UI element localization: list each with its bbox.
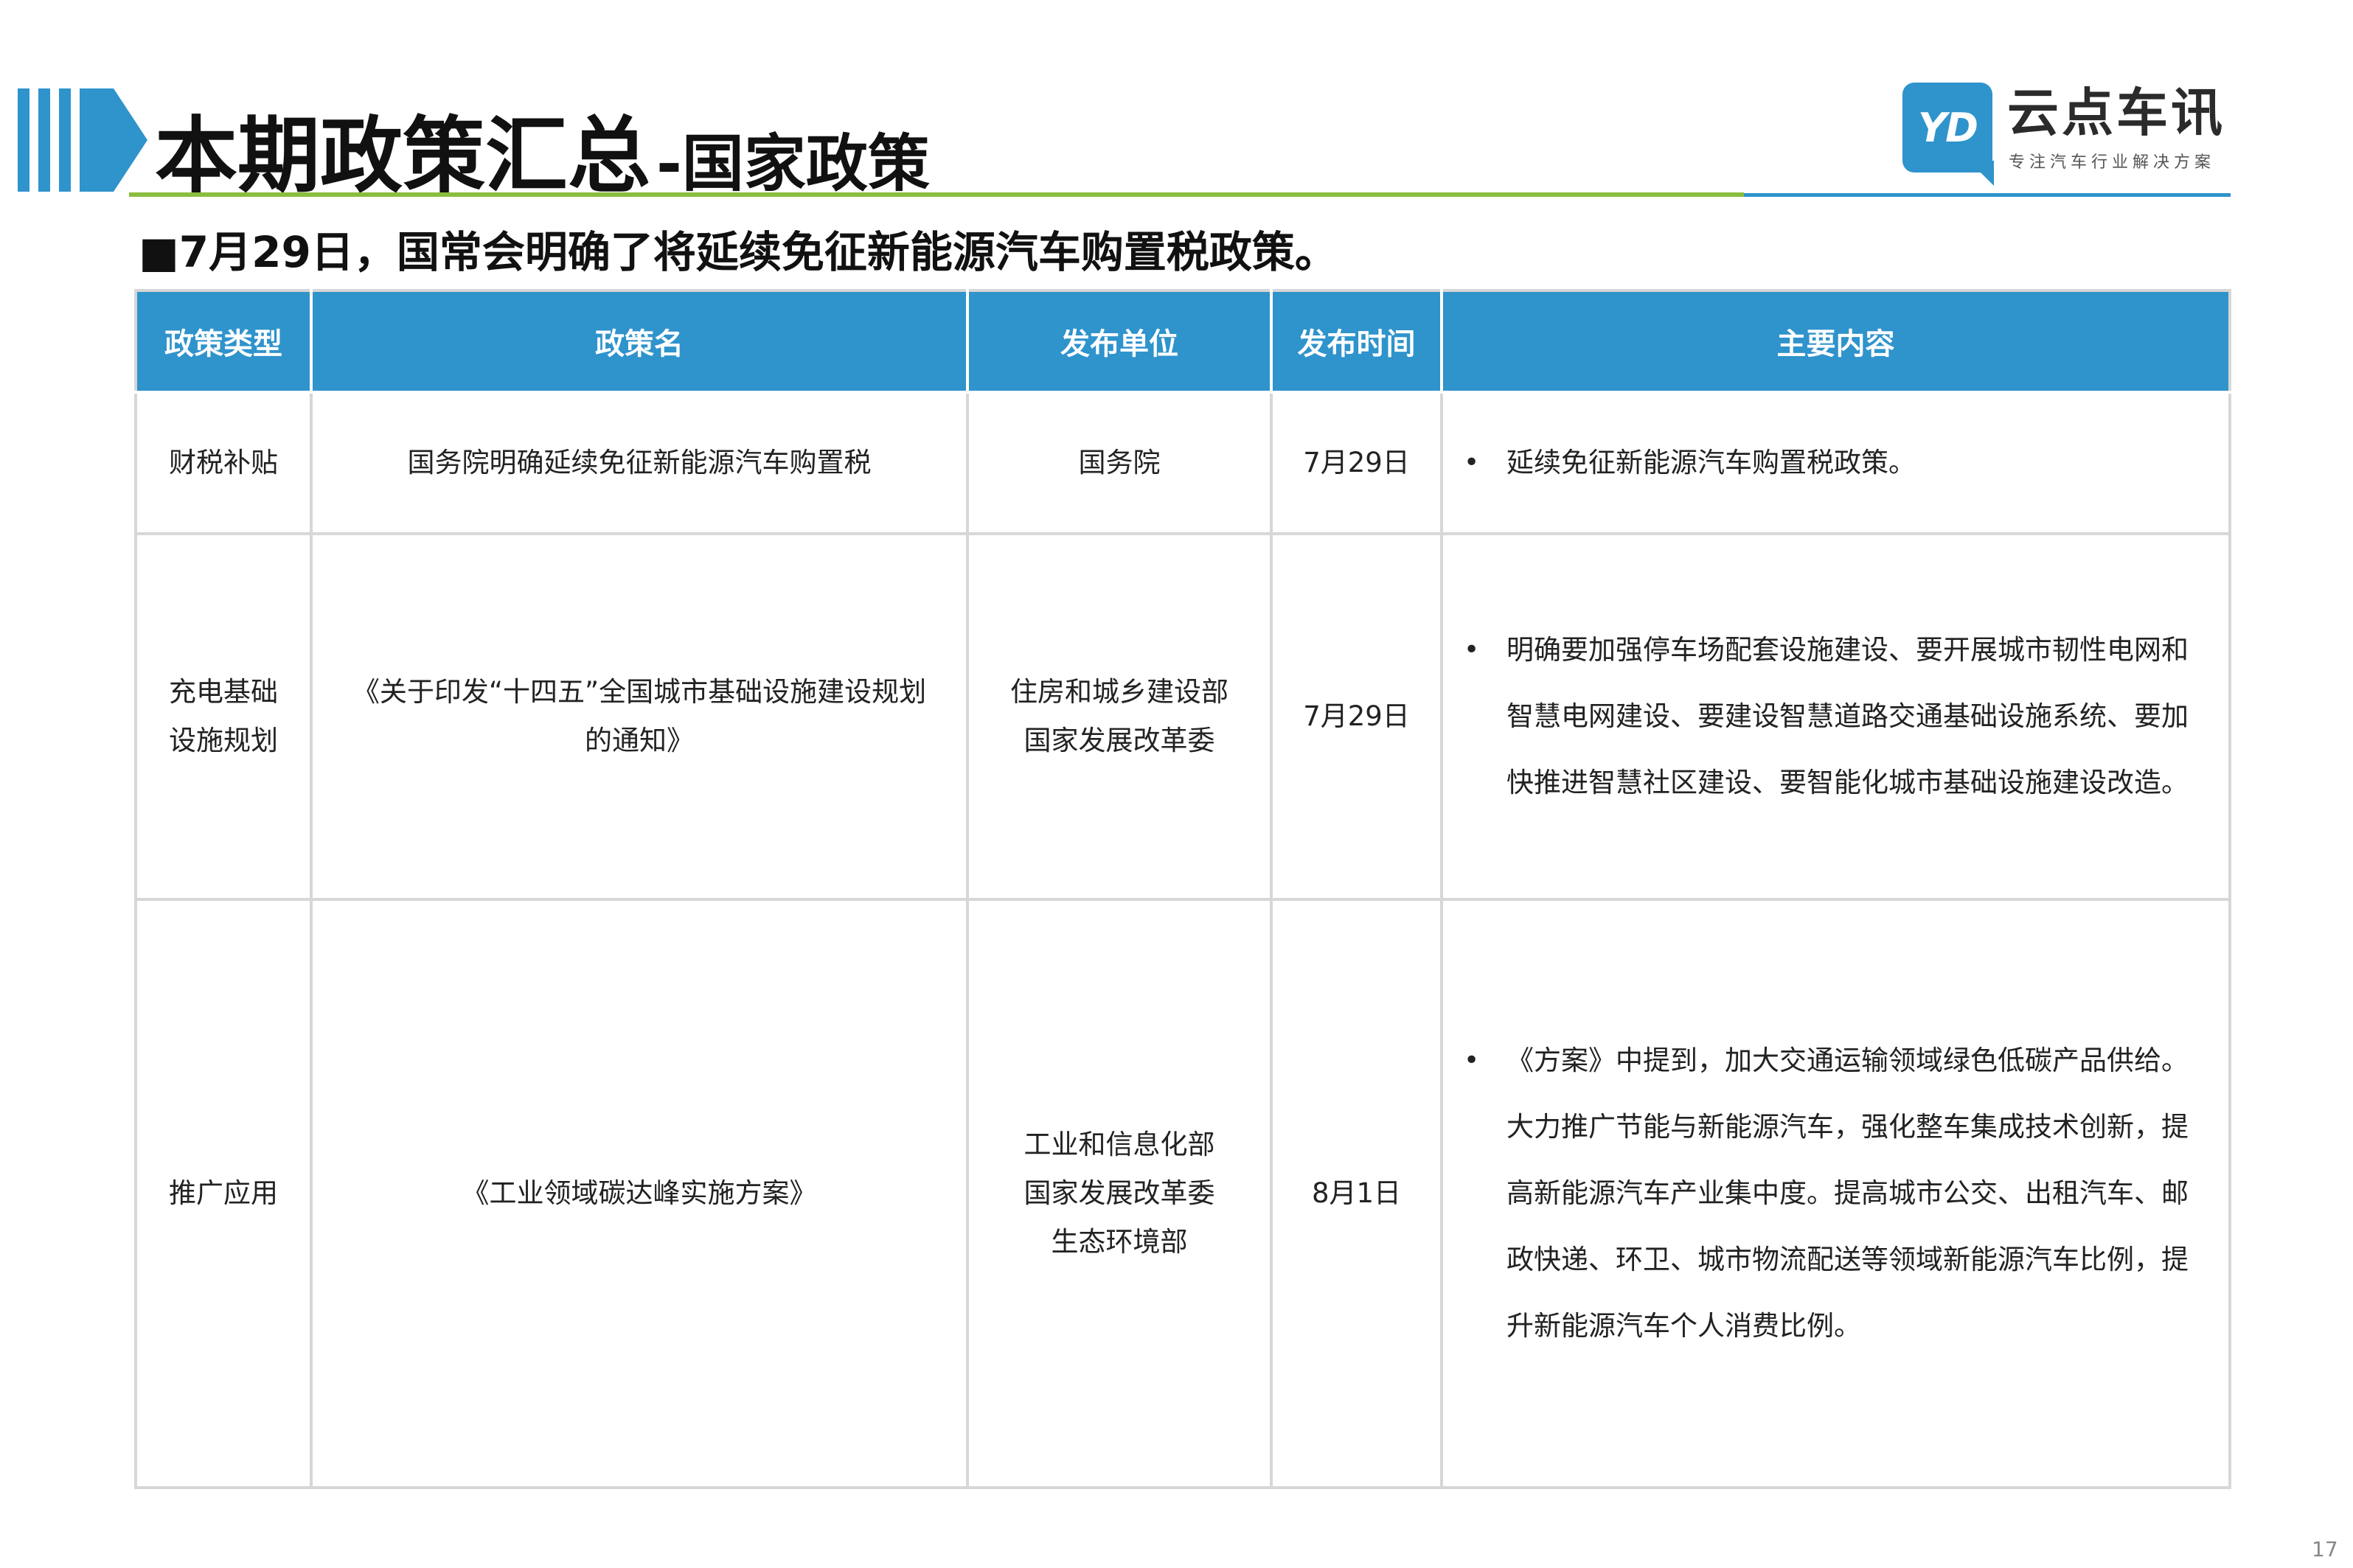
header-bar bbox=[38, 88, 50, 192]
cell-text: 财税补贴 bbox=[169, 447, 278, 478]
table-row: 推广应用 《工业领域碳达峰实施方案》 工业和信息化部 国家发展改革委 生态环境部… bbox=[134, 898, 2231, 1489]
cell-text: 住房和城乡建设部 bbox=[1010, 676, 1228, 708]
header-content: 主要内容 bbox=[1440, 289, 2231, 394]
header-bar bbox=[18, 88, 29, 192]
cell-date: 7月29日 bbox=[1270, 391, 1443, 535]
cell-issuer: 国务院 bbox=[966, 391, 1273, 535]
cell-text: 充电基础 bbox=[169, 676, 278, 708]
cell-text: 的通知》 bbox=[585, 725, 694, 756]
cell-policy-name: 《工业领域碳达峰实施方案》 bbox=[310, 898, 969, 1489]
header-rule-green bbox=[129, 192, 1744, 197]
logo-mark-icon: YD bbox=[1902, 83, 1994, 186]
chevron-right-icon bbox=[80, 88, 147, 192]
content-list: 《方案》中提到，加大交通运输领域绿色低碳产品供给。大力推广节能与新能源汽车，强化… bbox=[1464, 1028, 2202, 1359]
cell-content: 延续免征新能源汽车购置税政策。 bbox=[1440, 391, 2231, 535]
cell-policy-type: 充电基础 设施规划 bbox=[134, 532, 313, 901]
cell-date: 7月29日 bbox=[1270, 532, 1443, 901]
cell-policy-type: 财税补贴 bbox=[134, 391, 313, 535]
logo-speech-tail bbox=[1969, 161, 1994, 186]
policy-table: 政策类型 政策名 发布单位 发布时间 主要内容 财税补贴 国务院明确延续免征新能… bbox=[134, 289, 2231, 1489]
cell-content: 《方案》中提到，加大交通运输领域绿色低碳产品供给。大力推广节能与新能源汽车，强化… bbox=[1440, 898, 2231, 1489]
header-policy-name: 政策名 bbox=[310, 289, 969, 394]
cell-date: 8月1日 bbox=[1270, 898, 1443, 1489]
cell-text: 推广应用 bbox=[169, 1177, 278, 1209]
logo-name: 云点车讯 bbox=[2007, 83, 2225, 143]
cell-text: 《关于印发“十四五”全国城市基础设施建设规划 bbox=[352, 676, 927, 708]
page-title-main: 本期政策汇总 bbox=[155, 108, 650, 204]
logo-mark-text: YD bbox=[1918, 104, 1978, 151]
cell-text: 《工业领域碳达峰实施方案》 bbox=[462, 1177, 817, 1209]
content-bullet: 《方案》中提到，加大交通运输领域绿色低碳产品供给。大力推广节能与新能源汽车，强化… bbox=[1464, 1028, 2202, 1359]
page-number: 17 bbox=[2312, 1537, 2338, 1561]
content-list: 延续免征新能源汽车购置税政策。 bbox=[1464, 439, 2202, 487]
logo-slogan: 专注汽车行业解决方案 bbox=[2009, 153, 2216, 172]
cell-policy-name: 《关于印发“十四五”全国城市基础设施建设规划 的通知》 bbox=[310, 532, 969, 901]
cell-policy-type: 推广应用 bbox=[134, 898, 313, 1489]
page-title: 本期政策汇总 -国家政策 bbox=[155, 87, 930, 198]
section-subtitle: ■7月29日，国常会明确了将延续免征新能源汽车购置税政策。 bbox=[139, 227, 1338, 277]
cell-text: 国家发展改革委 bbox=[1023, 725, 1215, 756]
cell-text: 设施规划 bbox=[169, 725, 278, 756]
content-bullet: 延续免征新能源汽车购置税政策。 bbox=[1464, 439, 2202, 487]
cell-content: 明确要加强停车场配套设施建设、要开展城市韧性电网和智慧电网建设、要建设智慧道路交… bbox=[1440, 532, 2231, 901]
header-policy-type: 政策类型 bbox=[134, 289, 313, 394]
header-rule-blue bbox=[1744, 193, 2231, 197]
header-bar bbox=[59, 88, 71, 192]
cell-text: 工业和信息化部 bbox=[1023, 1129, 1215, 1160]
table-row: 充电基础 设施规划 《关于印发“十四五”全国城市基础设施建设规划 的通知》 住房… bbox=[134, 532, 2231, 901]
cell-issuer: 工业和信息化部 国家发展改革委 生态环境部 bbox=[966, 898, 1273, 1489]
cell-issuer: 住房和城乡建设部 国家发展改革委 bbox=[966, 532, 1273, 901]
cell-text: 国务院 bbox=[1078, 447, 1161, 478]
content-list: 明确要加强停车场配套设施建设、要开展城市韧性电网和智慧电网建设、要建设智慧道路交… bbox=[1464, 617, 2202, 816]
cell-text: 国务院明确延续免征新能源汽车购置税 bbox=[407, 447, 872, 478]
cell-text: 生态环境部 bbox=[1051, 1226, 1188, 1258]
table-row: 财税补贴 国务院明确延续免征新能源汽车购置税 国务院 7月29日 延续免征新能源… bbox=[134, 391, 2231, 535]
brand-logo: YD 云点车讯 专注汽车行业解决方案 bbox=[1902, 83, 2234, 186]
cell-text: 国家发展改革委 bbox=[1023, 1177, 1215, 1209]
cell-policy-name: 国务院明确延续免征新能源汽车购置税 bbox=[310, 391, 969, 535]
content-bullet: 明确要加强停车场配套设施建设、要开展城市韧性电网和智慧电网建设、要建设智慧道路交… bbox=[1464, 617, 2202, 816]
header-issuer: 发布单位 bbox=[966, 289, 1273, 394]
header-decoration bbox=[18, 88, 147, 192]
header-date: 发布时间 bbox=[1270, 289, 1443, 394]
page-title-sub: -国家政策 bbox=[656, 128, 930, 200]
table-header-row: 政策类型 政策名 发布单位 发布时间 主要内容 bbox=[134, 289, 2231, 394]
